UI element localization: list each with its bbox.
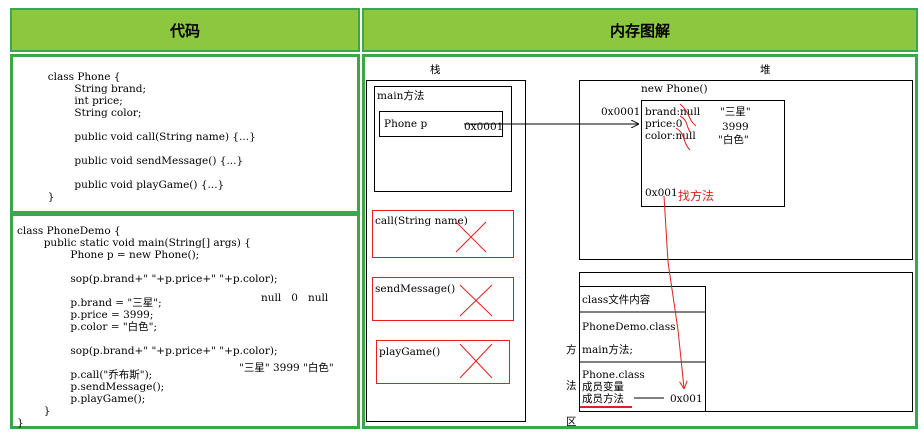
frame-sendmessage-label: sendMessage() <box>375 283 456 295</box>
class-file-title: class文件内容 <box>582 294 651 306</box>
memory-header: 内存图解 <box>362 8 918 52</box>
member-variables-label: 成员变量 <box>582 381 624 393</box>
method-area-label: 方 法 区 <box>566 320 577 435</box>
field-brand: brand:null <box>645 106 701 118</box>
heap-title: 堆 <box>760 64 771 76</box>
heap-object-label: new Phone() <box>641 83 708 95</box>
new-value-brand: "三星" <box>720 106 751 118</box>
output-default-values: null 0 null <box>261 292 329 304</box>
code-line: Phone p = new Phone(); <box>17 249 200 261</box>
find-method-note: 找方法 <box>678 189 715 203</box>
member-methods-address: 0x001 <box>670 393 703 405</box>
code-line: public void sendMessage() {...} <box>21 155 244 167</box>
code-line: sop(p.brand+" "+p.price+" "+p.color); <box>17 273 278 285</box>
code-line: } <box>17 405 51 417</box>
output-assigned-values: "三星" 3999 "白色" <box>239 362 334 374</box>
main-frame-label: main方法 <box>377 90 425 102</box>
phone-class-code: class Phone { String brand; int price; S… <box>21 71 256 203</box>
code-line: sop(p.brand+" "+p.price+" "+p.color); <box>17 345 278 357</box>
reference-value: 0x0001 <box>464 121 504 133</box>
code-line: } <box>17 417 24 429</box>
phone-demo-panel: class PhoneDemo { public static void mai… <box>10 213 360 429</box>
new-value-color: "白色" <box>718 134 749 146</box>
stack-frame-sendmessage: sendMessage() <box>372 277 514 321</box>
phone-reference-variable: Phone p 0x0001 <box>379 111 503 137</box>
code-line: p.price = 3999; <box>17 309 154 321</box>
code-header-label: 代码 <box>169 21 200 40</box>
code-line: public void playGame() {...} <box>21 179 225 191</box>
code-header: 代码 <box>10 8 360 52</box>
field-color: color:null <box>645 130 696 142</box>
method-area-label-1: 方 <box>566 344 577 356</box>
code-line: public static void main(String[] args) { <box>17 237 251 249</box>
stack-frame-playgame: playGame() <box>376 340 510 384</box>
code-line: int price; <box>21 95 123 107</box>
frame-playgame-label: playGame() <box>379 346 441 358</box>
code-line: String brand; <box>21 83 147 95</box>
stack-main-frame: main方法 <box>374 86 512 192</box>
code-line: } <box>21 191 55 203</box>
code-line: p.playGame(); <box>17 393 146 405</box>
code-line: p.sendMessage(); <box>17 381 165 393</box>
phonedemo-class-label: PhoneDemo.class <box>582 321 676 333</box>
stack-frame-call: call(String name) <box>372 210 514 258</box>
new-value-price: 3999 <box>722 121 749 133</box>
phone-class-panel: class Phone { String brand; int price; S… <box>10 54 360 214</box>
stack-title: 栈 <box>430 64 441 76</box>
phone-class-label: Phone.class <box>582 369 645 381</box>
code-line: String color; <box>21 107 142 119</box>
frame-call-label: call(String name) <box>375 215 468 227</box>
field-price: price:0 <box>645 118 683 130</box>
method-area-label-3: 区 <box>566 416 577 428</box>
main-method-label: main方法; <box>582 344 633 356</box>
phone-demo-code: class PhoneDemo { public static void mai… <box>17 225 278 429</box>
code-line: p.color = "白色"; <box>17 321 158 333</box>
code-line: p.brand = "三星"; <box>17 297 162 309</box>
code-line: class Phone { <box>21 71 121 83</box>
memory-header-label: 内存图解 <box>609 21 670 40</box>
heap-object-address: 0x0001 <box>601 106 641 118</box>
code-line: public void call(String name) {...} <box>21 131 256 143</box>
object-method-address: 0x001 <box>645 187 678 199</box>
member-methods-label: 成员方法 <box>582 393 624 405</box>
reference-name: Phone p <box>384 118 428 130</box>
code-line: class PhoneDemo { <box>17 225 121 237</box>
method-area-label-2: 法 <box>566 380 577 392</box>
